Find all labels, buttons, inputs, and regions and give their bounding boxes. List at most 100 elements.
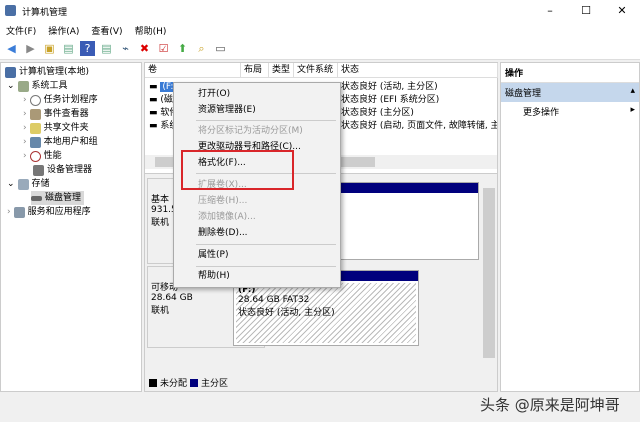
tree-task-scheduler[interactable]: › 任务计划程序 [23, 93, 98, 107]
menu-item-open[interactable]: 打开(O) [198, 87, 230, 101]
menu-item-properties[interactable]: 属性(P) [198, 248, 228, 262]
menu-item-mirror: 添加镜像(A)... [198, 212, 256, 222]
actions-title: 操作 [501, 63, 639, 83]
event-viewer-icon [29, 108, 41, 120]
actions-section[interactable]: 磁盘管理 ▴ [501, 83, 639, 102]
back-icon[interactable]: ◀ [4, 41, 19, 56]
tree-label: 性能 [43, 151, 62, 161]
minimize-button[interactable]: – [532, 0, 568, 22]
import-icon[interactable]: ⬆ [175, 41, 190, 56]
column-header-filesystem[interactable]: 文件系统 [294, 63, 338, 78]
show-hide-tree-icon[interactable]: ▤ [61, 41, 76, 56]
highlight-box [181, 150, 294, 190]
arrow-right-icon: ▸ [630, 105, 635, 115]
show-hide-action-icon[interactable]: ▤ [99, 41, 114, 56]
tree-local-users[interactable]: › 本地用户和组 [23, 135, 98, 149]
toolbar: ◀ ▶ ▣ ▤ ? ▤ ⌁ ✖ ☑ ⬆ ⌕ ▭ [0, 38, 640, 60]
tree-label: 存储 [31, 179, 50, 189]
menu-item-mark-active: 将分区标记为活动分区(M) [198, 126, 303, 136]
delete-icon[interactable]: ✖ [137, 41, 152, 56]
connect-icon[interactable]: ⌁ [118, 41, 133, 56]
menu-separator [196, 266, 336, 267]
search-icon[interactable]: ⌕ [194, 41, 209, 56]
menu-view[interactable]: 查看(V) [85, 24, 128, 37]
chevron-right-icon[interactable]: › [23, 121, 27, 135]
tree-label: 事件查看器 [43, 109, 89, 119]
close-button[interactable]: ✕ [604, 0, 640, 22]
volume-row[interactable]: ▬ (磁 [149, 94, 173, 107]
more-actions[interactable]: 更多操作 ▸ [501, 102, 639, 121]
menu-file[interactable]: 文件(F) [0, 24, 42, 37]
chevron-right-icon[interactable]: › [23, 149, 27, 163]
tree-root[interactable]: 计算机管理(本地) [5, 65, 89, 79]
menu-separator [196, 120, 336, 121]
chevron-right-icon[interactable]: › [7, 205, 11, 219]
menu-item-delete[interactable]: 删除卷(D)... [198, 226, 248, 240]
tree-device-manager[interactable]: 设备管理器 [33, 163, 92, 177]
tree-label: 共享文件夹 [43, 123, 89, 133]
volume-name: (磁 [160, 95, 173, 105]
watermark: 头条 @原来是阿坤哥 [480, 396, 620, 414]
chevron-right-icon[interactable]: › [23, 107, 27, 121]
legend-label: 主分区 [201, 379, 229, 389]
console-icon[interactable]: ▭ [213, 41, 228, 56]
tree-disk-management[interactable]: 磁盘管理 [31, 191, 85, 205]
tree-system-tools[interactable]: ⌄ 系统工具 [7, 79, 68, 93]
legend-label: 未分配 [160, 379, 188, 389]
title-bar: 计算机管理 – ☐ ✕ [0, 0, 640, 22]
column-header-status[interactable]: 状态 [338, 63, 498, 78]
actions-pane: 操作 磁盘管理 ▴ 更多操作 ▸ [500, 62, 640, 392]
window-title: 计算机管理 [22, 7, 68, 18]
services-icon [13, 206, 25, 218]
column-header-volume[interactable]: 卷 [145, 63, 241, 78]
chevron-down-icon[interactable]: ⌄ [7, 177, 15, 191]
storage-icon [17, 178, 29, 190]
tree-performance[interactable]: › 性能 [23, 149, 62, 163]
tree-event-viewer[interactable]: › 事件查看器 [23, 107, 89, 121]
vertical-scrollbar[interactable] [483, 188, 495, 358]
disk-icon [31, 195, 42, 201]
up-folder-icon[interactable]: ▣ [42, 41, 57, 56]
shared-folder-icon [29, 122, 41, 134]
performance-icon [29, 150, 41, 162]
chevron-right-icon[interactable]: › [23, 93, 27, 107]
help-icon[interactable]: ? [80, 41, 95, 56]
tree-label: 磁盘管理 [45, 193, 82, 203]
computer-icon [5, 66, 16, 78]
tree-storage[interactable]: ⌄ 存储 [7, 177, 50, 191]
chevron-down-icon[interactable]: ⌄ [7, 79, 15, 93]
computer-management-icon [5, 5, 16, 16]
menu-action[interactable]: 操作(A) [42, 24, 85, 37]
more-actions-label: 更多操作 [523, 108, 560, 118]
forward-icon[interactable]: ▶ [23, 41, 38, 56]
tree-shared-folders[interactable]: › 共享文件夹 [23, 121, 89, 135]
menu-item-help[interactable]: 帮助(H) [198, 269, 230, 283]
menu-bar: 文件(F) 操作(A) 查看(V) 帮助(H) [0, 22, 640, 38]
tools-icon [17, 80, 29, 92]
legend: 未分配 主分区 [149, 376, 228, 389]
maximize-button[interactable]: ☐ [568, 0, 604, 22]
tree-label: 任务计划程序 [43, 95, 98, 105]
tree-services[interactable]: › 服务和应用程序 [7, 205, 91, 219]
collapse-icon[interactable]: ▴ [630, 86, 635, 99]
tree-root-label: 计算机管理(本地) [19, 67, 90, 77]
chevron-right-icon[interactable]: › [23, 135, 27, 149]
actions-section-label: 磁盘管理 [505, 89, 542, 99]
column-header-layout[interactable]: 布局 [241, 63, 269, 78]
volume-status: 状态良好 (EFI 系统分区) [341, 95, 440, 105]
users-icon [29, 136, 41, 148]
partition-status: 状态良好 (活动, 主分区) [238, 308, 335, 318]
tree-label: 系统工具 [31, 81, 68, 91]
properties-icon[interactable]: ☑ [156, 41, 171, 56]
tree-label: 设备管理器 [47, 165, 93, 175]
menu-item-explorer[interactable]: 资源管理器(E) [198, 103, 256, 117]
volume-status: 状态良好 (活动, 主分区) [341, 82, 438, 92]
navigation-tree: 计算机管理(本地) ⌄ 系统工具 › 任务计划程序 › 事件查看器 › 共享文件夹 › 本… [0, 62, 142, 392]
unallocated-swatch [149, 378, 157, 387]
primary-swatch [190, 378, 199, 387]
menu-help[interactable]: 帮助(H) [129, 24, 173, 37]
tree-label: 服务和应用程序 [27, 207, 91, 217]
menu-separator [196, 244, 336, 245]
column-header-type[interactable]: 类型 [269, 63, 294, 78]
clock-icon [29, 94, 41, 106]
